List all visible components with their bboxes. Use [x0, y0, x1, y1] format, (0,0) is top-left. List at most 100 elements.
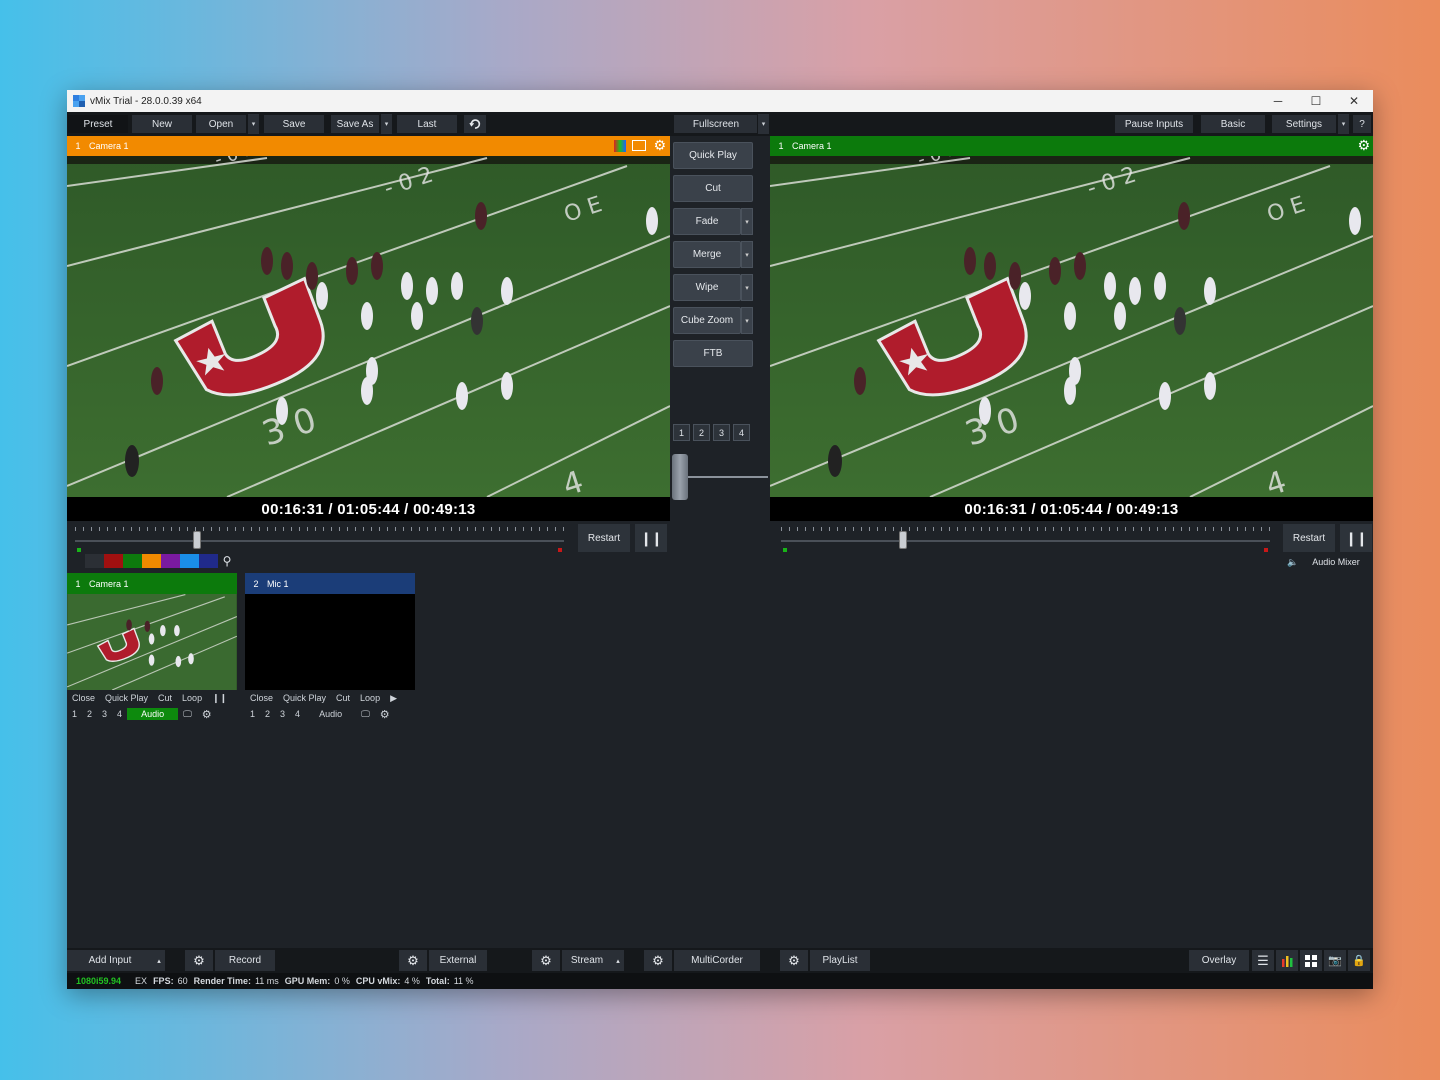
input-overlay-3-button[interactable]: 3 [275, 709, 290, 719]
input-audio-button[interactable]: Audio [305, 708, 356, 720]
save-as-dropdown-button[interactable]: ▾ [380, 114, 392, 134]
color-tag-swatch[interactable] [180, 554, 199, 568]
input-play-icon[interactable]: ▶ [385, 693, 402, 704]
help-button[interactable]: ? [1352, 114, 1372, 134]
pause-inputs-button[interactable]: Pause Inputs [1114, 114, 1194, 134]
last-button[interactable]: Last [396, 114, 458, 134]
preview-playhead[interactable] [193, 531, 202, 549]
merge-button[interactable]: Merge [673, 241, 741, 268]
t-bar-slider[interactable] [672, 451, 768, 501]
settings-button[interactable]: Settings [1271, 114, 1337, 134]
record-button[interactable]: Record [215, 950, 275, 971]
transition-4-button[interactable]: 4 [733, 424, 750, 441]
save-as-button[interactable]: Save As [330, 114, 380, 134]
input-quick-play-button[interactable]: Quick Play [278, 693, 331, 703]
search-icon[interactable]: ⚲ [218, 554, 236, 568]
input-close-button[interactable]: Close [67, 693, 100, 703]
quick-play-button[interactable]: Quick Play [673, 142, 753, 169]
transition-1-button[interactable]: 1 [673, 424, 690, 441]
input-overlay-3-button[interactable]: 3 [97, 709, 112, 719]
open-button[interactable]: Open [195, 114, 247, 134]
playlist-button[interactable]: PlayList [810, 950, 870, 971]
record-settings-gear-icon[interactable]: ⚙ [185, 950, 213, 971]
multicorder-settings-gear-icon[interactable]: ⚙ [644, 950, 672, 971]
output-seek-bar[interactable] [773, 522, 1278, 552]
playlist-settings-gear-icon[interactable]: ⚙ [780, 950, 808, 971]
input-overlay-4-button[interactable]: 4 [290, 709, 305, 719]
snapshot-icon[interactable]: 📷 [1324, 950, 1346, 971]
color-tag-swatch[interactable] [85, 554, 104, 568]
fullscreen-dropdown-button[interactable]: ▾ [757, 114, 769, 134]
color-tag-swatch[interactable] [199, 554, 218, 568]
external-settings-gear-icon[interactable]: ⚙ [399, 950, 427, 971]
multiview-grid-icon[interactable] [1300, 950, 1322, 971]
open-dropdown-button[interactable]: ▾ [247, 114, 259, 134]
color-correction-icon[interactable] [614, 140, 626, 152]
output-video[interactable]: - 0 L - 0 2 O E 3 0 4 [770, 156, 1373, 497]
color-tag-swatch[interactable] [142, 554, 161, 568]
settings-dropdown-button[interactable]: ▾ [1337, 114, 1349, 134]
cube-zoom-dropdown-button[interactable]: ▾ [741, 307, 753, 334]
new-button[interactable]: New [131, 114, 193, 134]
add-input-dropdown-button[interactable]: ▴ [153, 950, 165, 971]
input-card-mic-1[interactable]: 2 Mic 1 Close Quick Play Cut Loop ▶ 1 2 … [245, 573, 415, 722]
list-view-icon[interactable]: ☰ [1252, 950, 1274, 971]
cube-zoom-button[interactable]: Cube Zoom [673, 307, 741, 334]
lock-icon[interactable]: 🔒 [1348, 950, 1370, 971]
transition-2-button[interactable]: 2 [693, 424, 710, 441]
close-window-button[interactable]: ✕ [1335, 90, 1373, 112]
external-button[interactable]: External [429, 950, 487, 971]
input-loop-button[interactable]: Loop [355, 693, 385, 703]
ftb-button[interactable]: FTB [673, 340, 753, 367]
wipe-dropdown-button[interactable]: ▾ [741, 274, 753, 301]
input-card-camera-1[interactable]: 1 Camera 1 Close Quick Play Cut Loop ❙❙ … [67, 573, 237, 722]
color-tag-swatch[interactable] [104, 554, 123, 568]
output-settings-gear-icon[interactable]: ⚙ [1357, 137, 1370, 154]
monitor-icon[interactable]: 🖵 [178, 709, 197, 720]
stream-dropdown-button[interactable]: ▴ [612, 950, 624, 971]
output-pause-icon[interactable]: ❙❙ [1340, 524, 1372, 552]
input-close-button[interactable]: Close [245, 693, 278, 703]
multicorder-button[interactable]: MultiCorder [674, 950, 760, 971]
input-thumbnail[interactable] [67, 594, 237, 690]
input-quick-play-button[interactable]: Quick Play [100, 693, 153, 703]
input-audio-button[interactable]: Audio [127, 708, 179, 720]
minimize-button[interactable]: ─ [1259, 90, 1297, 112]
add-input-button[interactable]: Add Input [67, 950, 153, 971]
color-tag-swatch[interactable] [123, 554, 142, 568]
input-overlay-2-button[interactable]: 2 [260, 709, 275, 719]
input-overlay-4-button[interactable]: 4 [112, 709, 127, 719]
overlay-button[interactable]: Overlay [1189, 950, 1249, 971]
preview-restart-button[interactable]: Restart [578, 524, 630, 552]
input-overlay-1-button[interactable]: 1 [67, 709, 82, 719]
input-pause-icon[interactable]: ❙❙ [207, 693, 232, 704]
t-bar-handle[interactable] [672, 454, 688, 500]
input-cut-button[interactable]: Cut [153, 693, 177, 703]
basic-button[interactable]: Basic [1200, 114, 1266, 134]
preset-button[interactable]: Preset [67, 114, 129, 134]
fade-button[interactable]: Fade [673, 208, 741, 235]
preview-seek-bar[interactable] [67, 522, 572, 552]
input-settings-gear-icon[interactable]: ⚙ [375, 708, 395, 721]
stream-settings-gear-icon[interactable]: ⚙ [532, 950, 560, 971]
maximize-button[interactable]: ☐ [1297, 90, 1335, 112]
input-thumbnail[interactable] [245, 594, 415, 690]
fullscreen-button[interactable]: Fullscreen [673, 114, 759, 134]
stream-button[interactable]: Stream [562, 950, 612, 971]
wipe-button[interactable]: Wipe [673, 274, 741, 301]
output-restart-button[interactable]: Restart [1283, 524, 1335, 552]
input-loop-button[interactable]: Loop [177, 693, 207, 703]
preview-pause-icon[interactable]: ❙❙ [635, 524, 667, 552]
input-overlay-1-button[interactable]: 1 [245, 709, 260, 719]
audio-meter-icon[interactable] [1276, 950, 1298, 971]
preview-settings-gear-icon[interactable]: ⚙ [653, 137, 666, 154]
display-icon[interactable] [632, 140, 646, 151]
output-playhead[interactable] [899, 531, 908, 549]
input-settings-gear-icon[interactable]: ⚙ [197, 708, 217, 721]
transition-3-button[interactable]: 3 [713, 424, 730, 441]
refresh-icon[interactable] [463, 114, 487, 134]
monitor-icon[interactable]: 🖵 [356, 709, 375, 720]
fade-dropdown-button[interactable]: ▾ [741, 208, 753, 235]
preview-video[interactable]: - 0 L - 0 2 O E 3 0 4 [67, 156, 670, 497]
cut-button[interactable]: Cut [673, 175, 753, 202]
